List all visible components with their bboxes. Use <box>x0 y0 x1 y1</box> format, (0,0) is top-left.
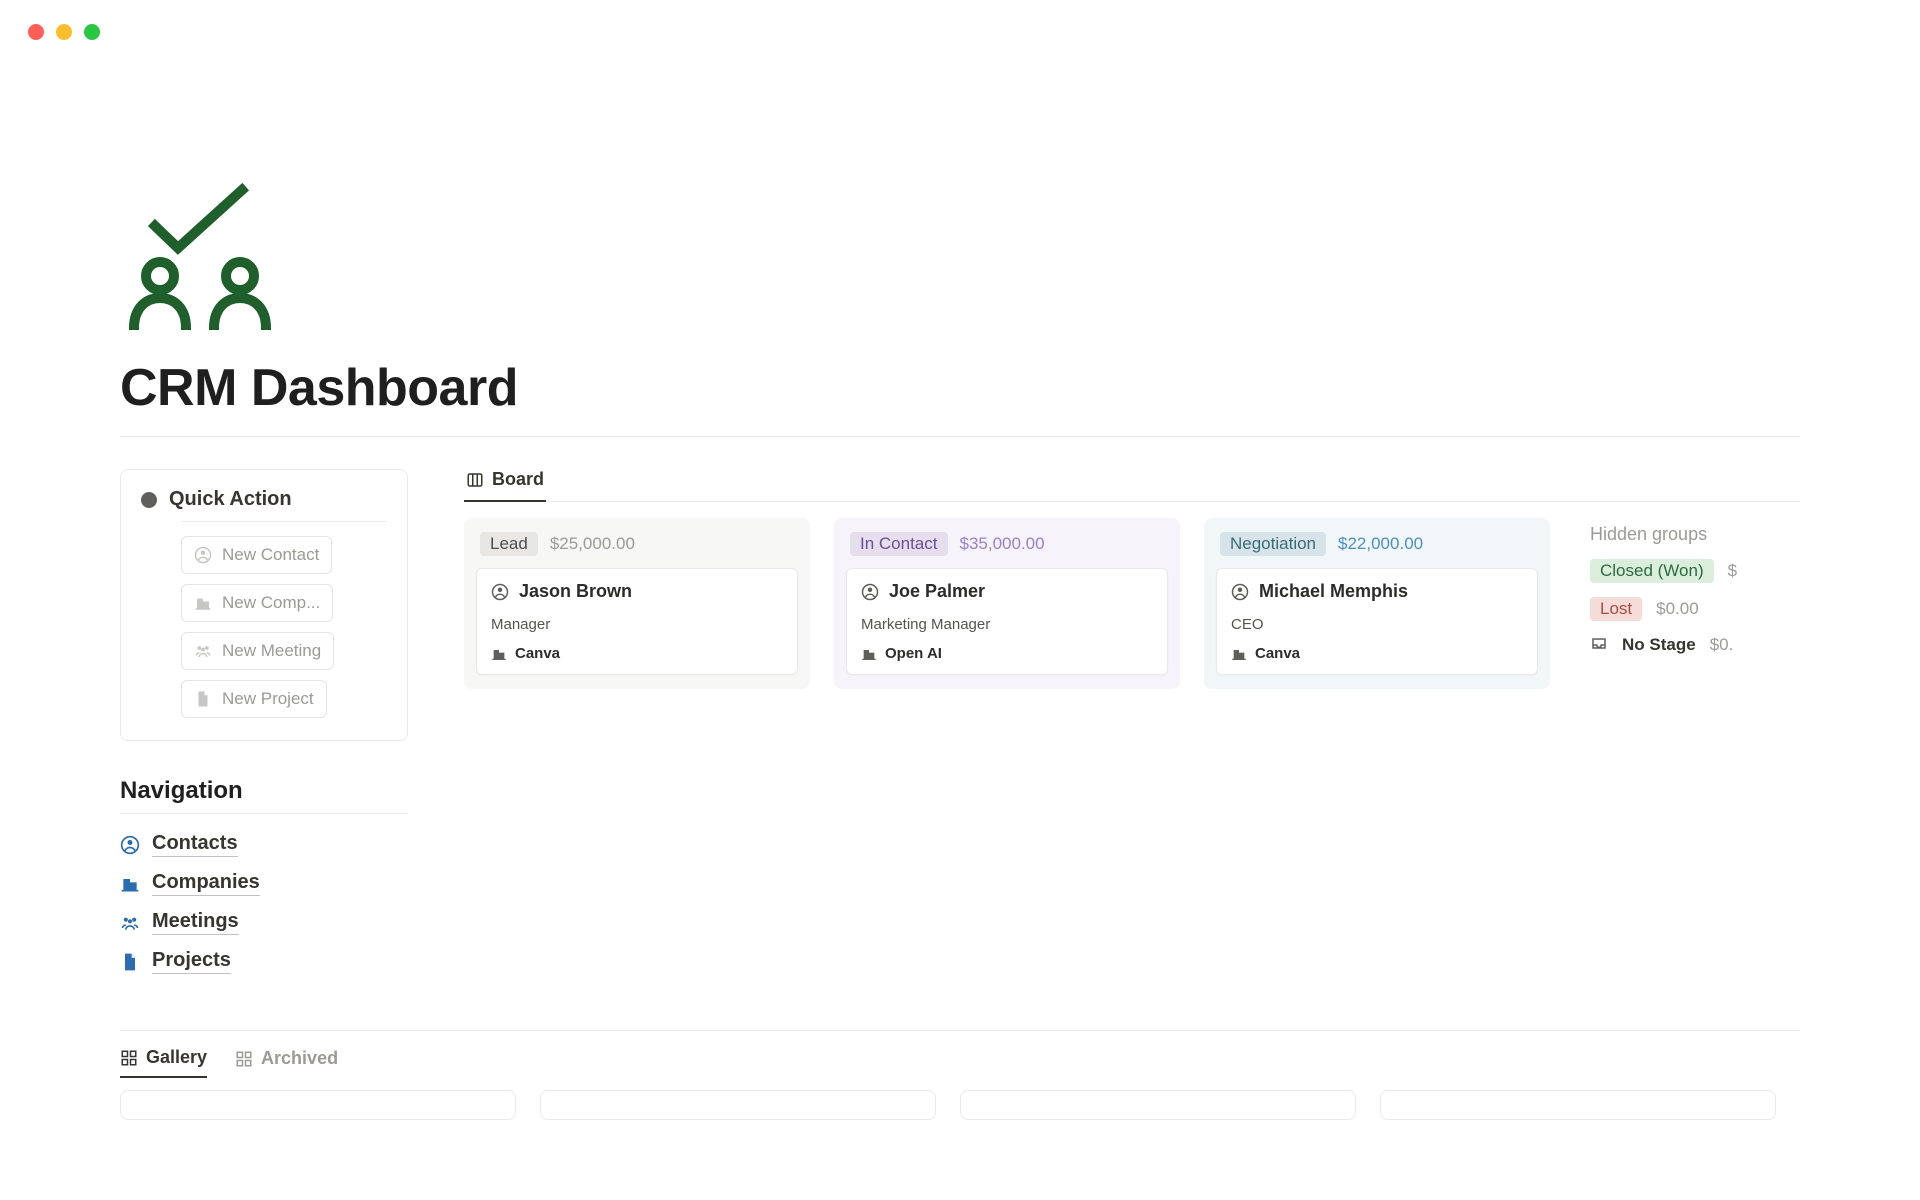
people-group-icon <box>194 642 212 660</box>
nav-meetings[interactable]: Meetings <box>120 910 239 935</box>
people-group-icon <box>120 913 140 933</box>
gallery-icon <box>235 1050 253 1068</box>
window-controls <box>28 24 100 40</box>
stage-amount-in-contact: $35,000.00 <box>960 534 1045 554</box>
stage-pill-in-contact[interactable]: In Contact <box>850 532 948 556</box>
card-role: Marketing Manager <box>861 616 1153 633</box>
person-circle-icon <box>194 546 212 564</box>
gallery-icon <box>120 1049 138 1067</box>
board-icon <box>466 471 484 489</box>
tab-board[interactable]: Board <box>464 469 546 502</box>
close-window-icon[interactable] <box>28 24 44 40</box>
board-card[interactable]: Michael Memphis CEO Canva <box>1216 568 1538 675</box>
gallery-card[interactable] <box>540 1090 936 1120</box>
card-role: CEO <box>1231 616 1523 633</box>
maximize-window-icon[interactable] <box>84 24 100 40</box>
card-name: Joe Palmer <box>889 581 985 602</box>
quick-action-card: Quick Action New Contact New Comp. <box>120 469 408 741</box>
board-column-lead: Lead $25,000.00 Jason Brown Manager <box>464 518 810 689</box>
card-company: Canva <box>1255 645 1300 662</box>
new-contact-button[interactable]: New Contact <box>181 536 332 574</box>
building-icon <box>491 646 507 662</box>
card-role: Manager <box>491 616 783 633</box>
board-card[interactable]: Jason Brown Manager Canva <box>476 568 798 675</box>
tab-gallery[interactable]: Gallery <box>120 1047 207 1078</box>
building-icon <box>861 646 877 662</box>
stage-amount-negotiation: $22,000.00 <box>1338 534 1423 554</box>
stage-amount-lead: $25,000.00 <box>550 534 635 554</box>
divider <box>120 436 1800 437</box>
person-circle-icon <box>1231 583 1249 601</box>
hidden-groups: Hidden groups Closed (Won) $ Lost $0.00 … <box>1590 518 1780 669</box>
document-icon <box>120 952 140 972</box>
document-icon <box>194 690 212 708</box>
card-name: Michael Memphis <box>1259 581 1408 602</box>
gallery-card[interactable] <box>960 1090 1356 1120</box>
page-icon[interactable] <box>120 170 1800 330</box>
navigation-header: Navigation <box>120 777 408 813</box>
card-company: Open AI <box>885 645 942 662</box>
building-icon <box>194 594 212 612</box>
stage-pill-negotiation[interactable]: Negotiation <box>1220 532 1326 556</box>
board-column-negotiation: Negotiation $22,000.00 Michael Memphis C… <box>1204 518 1550 689</box>
person-circle-icon <box>120 835 140 855</box>
board-card[interactable]: Joe Palmer Marketing Manager Open AI <box>846 568 1168 675</box>
hidden-groups-header: Hidden groups <box>1590 524 1780 545</box>
building-icon <box>1231 646 1247 662</box>
person-circle-icon <box>491 583 509 601</box>
board-column-in-contact: In Contact $35,000.00 Joe Palmer Marketi… <box>834 518 1180 689</box>
card-company: Canva <box>515 645 560 662</box>
board-tabs: Board <box>464 469 1800 502</box>
new-project-button[interactable]: New Project <box>181 680 327 718</box>
gallery-card[interactable] <box>1380 1090 1776 1120</box>
new-meeting-button[interactable]: New Meeting <box>181 632 334 670</box>
building-icon <box>120 874 140 894</box>
stage-pill-lead[interactable]: Lead <box>480 532 538 556</box>
card-name: Jason Brown <box>519 581 632 602</box>
bullet-icon <box>141 492 157 508</box>
new-company-button[interactable]: New Comp... <box>181 584 333 622</box>
gallery-row <box>120 1090 1800 1120</box>
quick-action-header: Quick Action <box>169 488 292 511</box>
hidden-group-lost[interactable]: Lost $0.00 <box>1590 597 1780 621</box>
nav-companies[interactable]: Companies <box>120 871 260 896</box>
page-title: CRM Dashboard <box>120 358 1800 418</box>
bottom-tabs: Gallery Archived <box>120 1030 1800 1078</box>
tab-archived[interactable]: Archived <box>235 1047 338 1078</box>
hidden-group-no-stage[interactable]: No Stage $0. <box>1590 635 1780 655</box>
gallery-card[interactable] <box>120 1090 516 1120</box>
hidden-group-closed-won[interactable]: Closed (Won) $ <box>1590 559 1780 583</box>
nav-projects[interactable]: Projects <box>120 949 231 974</box>
person-circle-icon <box>861 583 879 601</box>
nav-contacts[interactable]: Contacts <box>120 832 238 857</box>
inbox-icon <box>1590 636 1608 654</box>
minimize-window-icon[interactable] <box>56 24 72 40</box>
